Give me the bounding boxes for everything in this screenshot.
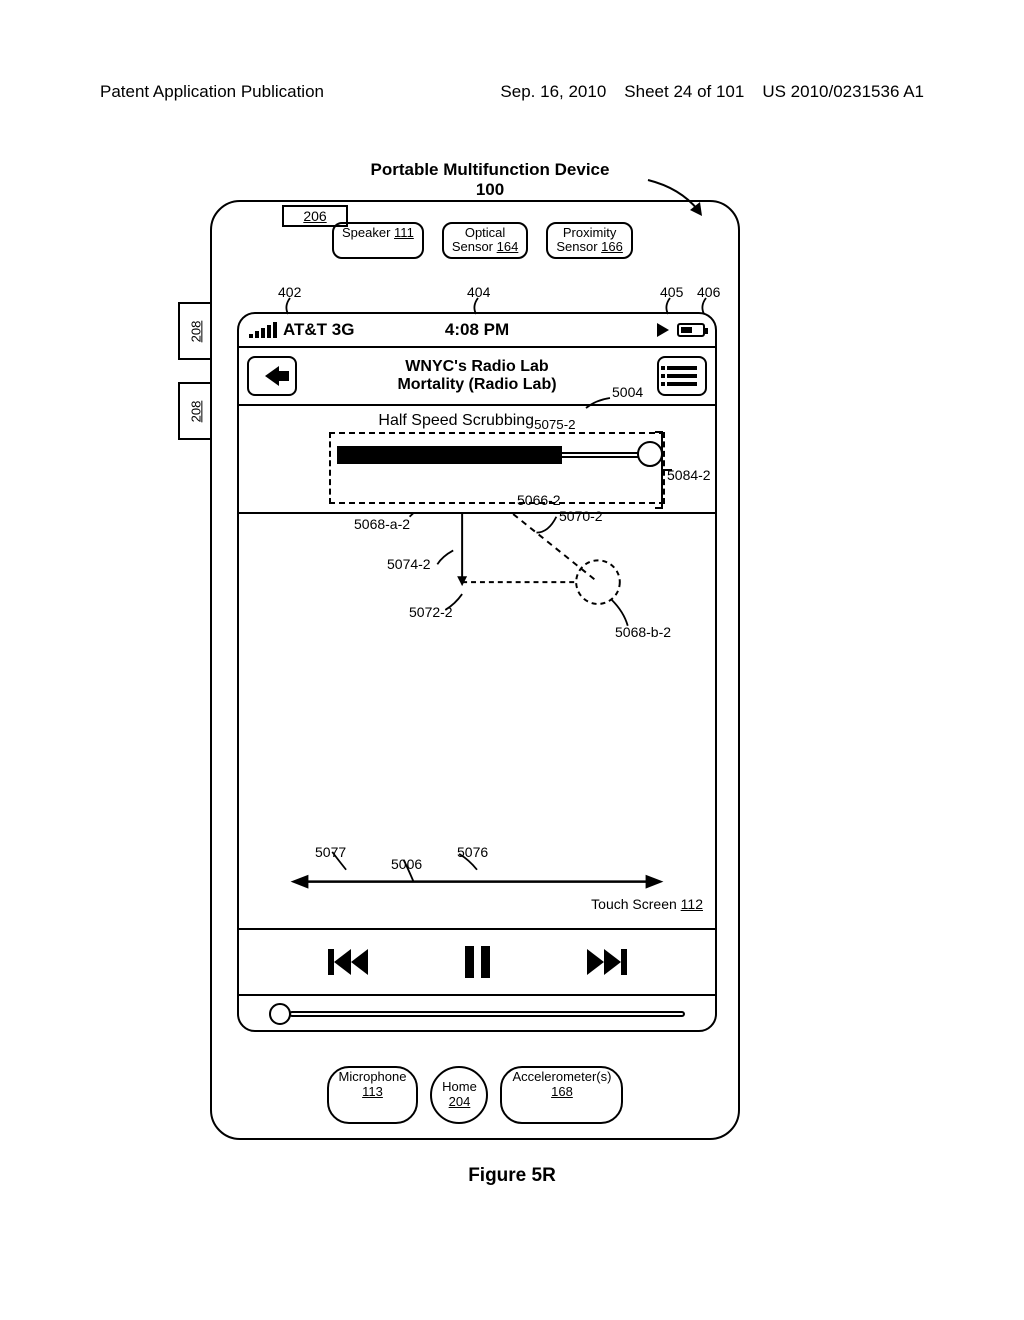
ref-406: 406 [697, 284, 720, 300]
pub-date: Sep. 16, 2010 [500, 82, 606, 102]
bottom-sensor-row: Microphone113 Home204 Accelerometer(s)16… [212, 1066, 738, 1124]
progress-thumb[interactable] [637, 441, 663, 467]
track-title: WNYC's Radio Lab Mortality (Radio Lab) [397, 358, 556, 395]
ref-5074-2: 5074-2 [387, 556, 431, 572]
ref-405: 405 [660, 284, 683, 300]
ref-5077: 5077 [315, 844, 346, 860]
battery-icon [677, 323, 705, 337]
tracklist-button[interactable] [657, 356, 707, 396]
volume-slider[interactable] [239, 996, 715, 1032]
playback-controls [239, 930, 715, 996]
previous-button[interactable] [328, 949, 368, 975]
optical-sensor-label: OpticalSensor 164 [442, 222, 529, 259]
device-ref-100: 100 [170, 180, 810, 200]
volume-thumb[interactable] [269, 1003, 291, 1025]
device-frame: 206 208 208 Speaker 111 OpticalSensor 16… [210, 200, 740, 1140]
proximity-sensor-label: ProximitySensor 166 [546, 222, 633, 259]
pause-button[interactable] [465, 946, 490, 978]
home-button[interactable]: Home204 [430, 1066, 488, 1124]
back-button[interactable] [247, 356, 297, 396]
ref-5068-a-2: 5068-a-2 [354, 516, 410, 532]
ref-5004: 5004 [612, 384, 643, 400]
ref-208-tab-upper: 208 [178, 302, 212, 360]
artwork-area[interactable]: 5066-2 5070-2 5068-a-2 5074-2 5072-2 506… [239, 514, 715, 930]
ref-5006: 5006 [391, 856, 422, 872]
ref-5084-2-box [329, 432, 665, 504]
now-playing-header: WNYC's Radio Lab Mortality (Radio Lab) [239, 348, 715, 406]
ref-5072-2: 5072-2 [409, 604, 453, 620]
pub-sheet: Sheet 24 of 101 [624, 82, 744, 102]
ref-208-tab-lower: 208 [178, 382, 212, 440]
ref-404: 404 [467, 284, 490, 300]
playing-indicator-icon [657, 323, 669, 337]
speaker-label: Speaker 111 [332, 222, 424, 259]
progress-fill [337, 446, 562, 464]
volume-track [289, 1011, 685, 1017]
sensor-row: Speaker 111 OpticalSensor 164 ProximityS… [332, 222, 633, 259]
microphone-label: Microphone113 [327, 1066, 419, 1124]
pub-left: Patent Application Publication [100, 82, 324, 102]
page-header: Patent Application Publication Sep. 16, … [0, 0, 1024, 110]
figure-caption: Figure 5R [0, 1165, 1024, 1187]
touch-screen-label: Touch Screen 112 [591, 896, 703, 912]
back-arrow-icon [265, 366, 279, 386]
pub-no: US 2010/0231536 A1 [762, 82, 924, 102]
scrubber-region[interactable]: Half Speed Scrubbing5075-2 [239, 406, 715, 514]
ref-5070-2: 5070-2 [559, 508, 603, 524]
accelerometer-label: Accelerometer(s)168 [500, 1066, 623, 1124]
status-right [657, 323, 705, 337]
pub-right: Sep. 16, 2010 Sheet 24 of 101 US 2010/02… [500, 82, 924, 102]
ref-5084-2: 5084-2 [667, 467, 711, 483]
next-button[interactable] [587, 949, 627, 975]
touch-screen[interactable]: AT&T 3G 4:08 PM WNYC's Radio Lab Mortali… [237, 312, 717, 1032]
scrub-mode-label: Half Speed Scrubbing5075-2 [239, 412, 715, 432]
status-bar: AT&T 3G 4:08 PM [239, 314, 715, 348]
device-title: Portable Multifunction Device [170, 160, 810, 180]
clock: 4:08 PM [239, 320, 715, 340]
progress-track[interactable] [337, 446, 657, 464]
ref-5068-b-2: 5068-b-2 [615, 624, 671, 640]
ref-402: 402 [278, 284, 301, 300]
ref-5066-2: 5066-2 [517, 492, 561, 508]
ref-5076: 5076 [457, 844, 488, 860]
list-icon [667, 366, 697, 370]
figure-area: Portable Multifunction Device 100 206 20… [170, 140, 810, 1150]
